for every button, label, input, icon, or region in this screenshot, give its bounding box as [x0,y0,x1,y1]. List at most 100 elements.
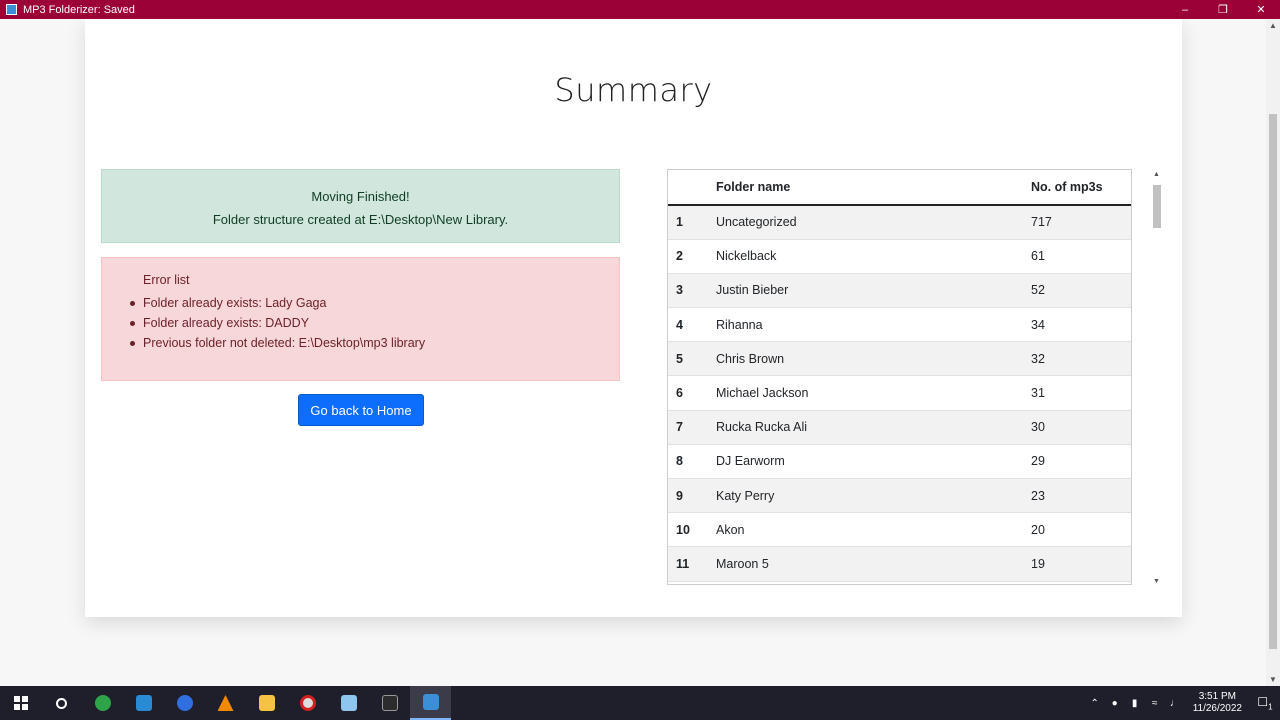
notification-icon[interactable]: ☐1 [1250,695,1280,711]
notepad-icon[interactable] [328,686,369,720]
folder-table: Folder name No. of mp3s 1 Uncategorized 71… [668,170,1131,582]
table-row: 2 Nickelback 61 [668,239,1131,274]
row-index: 4 [668,307,716,343]
header-mp3-count: No. of mp3s [1031,170,1131,206]
header-folder-name: Folder name [716,170,1031,206]
obs-icon[interactable] [287,686,328,720]
row-folder-name: Michael Jackson [716,375,1031,411]
row-mp3-count: 34 [1031,307,1131,343]
error-item: Previous folder not deleted: E:\Desktop\… [130,333,619,353]
row-index: 1 [668,205,716,240]
window-title: MP3 Folderizer: Saved [23,3,135,16]
vscode-icon[interactable] [123,686,164,720]
error-list: Folder already exists: Lady Gaga Folder … [130,293,619,353]
page-viewport: Summary Moving Finished! Folder structur… [0,19,1266,686]
error-item: Folder already exists: DADDY [130,313,619,333]
volume-icon[interactable]: ♩ [1165,698,1185,709]
scroll-down-arrow-icon[interactable]: ▼ [1269,675,1277,684]
row-index: 6 [668,375,716,411]
row-index: 9 [668,478,716,514]
edge-icon[interactable] [82,686,123,720]
chevron-up-icon[interactable]: ⌃ [1085,698,1105,709]
window-title-bar: MP3 Folderizer: Saved – ❐ ✕ [0,0,1280,19]
mp3-folderizer-icon[interactable] [410,686,451,720]
table-row: 1 Uncategorized 717 [668,205,1131,240]
table-row: 10 Akon 20 [668,512,1131,548]
row-mp3-count: 20 [1031,512,1131,548]
taskbar-clock[interactable]: 3:51 PM 11/26/2022 [1185,691,1250,715]
row-folder-name: Maroon 5 [716,546,1031,582]
wifi-icon[interactable]: ≈ [1145,698,1165,709]
table-row: 9 Katy Perry 23 [668,478,1131,514]
notification-count: 1 [1268,702,1273,712]
firefox-icon[interactable] [164,686,205,720]
row-index: 10 [668,512,716,548]
row-index: 5 [668,341,716,377]
row-index: 7 [668,410,716,445]
table-row: 11 Maroon 5 19 [668,546,1131,582]
table-row: 5 Chris Brown 32 [668,341,1131,377]
row-mp3-count: 717 [1031,205,1131,240]
row-index: 8 [668,444,716,480]
row-folder-name: Justin Bieber [716,273,1031,309]
app-icon [6,4,17,15]
row-index: 2 [668,239,716,274]
clock-date: 11/26/2022 [1192,703,1242,714]
row-index: 3 [668,273,716,309]
row-mp3-count: 61 [1031,239,1131,274]
table-row: 4 Rihanna 34 [668,307,1131,343]
table-row: 6 Michael Jackson 31 [668,375,1131,411]
row-mp3-count: 23 [1031,478,1131,514]
header-index [668,170,716,206]
row-folder-name: Rihanna [716,307,1031,343]
error-item: Folder already exists: Lady Gaga [130,293,619,313]
table-row: 3 Justin Bieber 52 [668,273,1131,309]
error-list-title: Error list [143,273,190,287]
close-button[interactable]: ✕ [1242,0,1280,19]
file-explorer-icon[interactable] [246,686,287,720]
scroll-down-arrow-icon[interactable]: ▼ [1153,578,1160,585]
table-row: 7 Rucka Rucka Ali 30 [668,410,1131,445]
clock-time: 3:51 PM [1198,691,1236,702]
success-message: Folder structure created at E:\Desktop\N… [212,212,509,227]
page-title: Summary [554,71,713,109]
row-folder-name: Nickelback [716,239,1031,274]
scroll-up-arrow-icon[interactable]: ▲ [1269,21,1277,30]
error-alert: Error list Folder already exists: Lady G… [101,257,620,381]
row-folder-name: DJ Earworm [716,444,1031,480]
row-mp3-count: 30 [1031,410,1131,445]
row-folder-name: Katy Perry [716,478,1031,514]
row-folder-name: Akon [716,512,1031,548]
scroll-up-arrow-icon[interactable]: ▲ [1153,171,1160,178]
row-mp3-count: 52 [1031,273,1131,309]
row-folder-name: Uncategorized [716,205,1031,240]
success-title: Moving Finished! [311,189,410,204]
row-folder-name: Rucka Rucka Ali [716,410,1031,445]
row-mp3-count: 29 [1031,444,1131,480]
table-scrollbar[interactable]: ▲ ▼ [1152,169,1162,585]
row-mp3-count: 31 [1031,375,1131,411]
windows-taskbar: ⌃ ● ▮ ≈ ♩ 3:51 PM 11/26/2022 ☐1 [0,686,1280,720]
system-tray: ⌃ ● ▮ ≈ ♩ 3:51 PM 11/26/2022 ☐1 [1085,686,1280,720]
row-mp3-count: 19 [1031,546,1131,582]
table-scroll-thumb[interactable] [1153,185,1161,228]
windows-start-icon[interactable] [0,686,41,720]
battery-icon[interactable]: ▮ [1125,698,1145,709]
vlc-icon[interactable] [205,686,246,720]
folder-table-container[interactable]: Folder name No. of mp3s 1 Uncategorized 71… [667,169,1132,585]
summary-card: Summary Moving Finished! Folder structur… [85,19,1182,617]
table-header-row: Folder name No. of mp3s [668,170,1131,206]
row-folder-name: Chris Brown [716,341,1031,377]
row-mp3-count: 32 [1031,341,1131,377]
table-row: 8 DJ Earworm 29 [668,444,1131,480]
go-home-button[interactable]: Go back to Home [298,394,424,426]
row-index: 11 [668,546,716,582]
terminal-icon[interactable] [369,686,410,720]
microphone-icon[interactable]: ● [1105,698,1125,709]
restore-button[interactable]: ❐ [1204,0,1242,19]
page-scroll-thumb[interactable] [1269,114,1277,649]
search-icon[interactable] [41,686,82,720]
success-alert: Moving Finished! Folder structure create… [101,169,620,243]
page-scrollbar[interactable]: ▲ ▼ [1266,19,1280,686]
minimize-button[interactable]: – [1166,0,1204,19]
